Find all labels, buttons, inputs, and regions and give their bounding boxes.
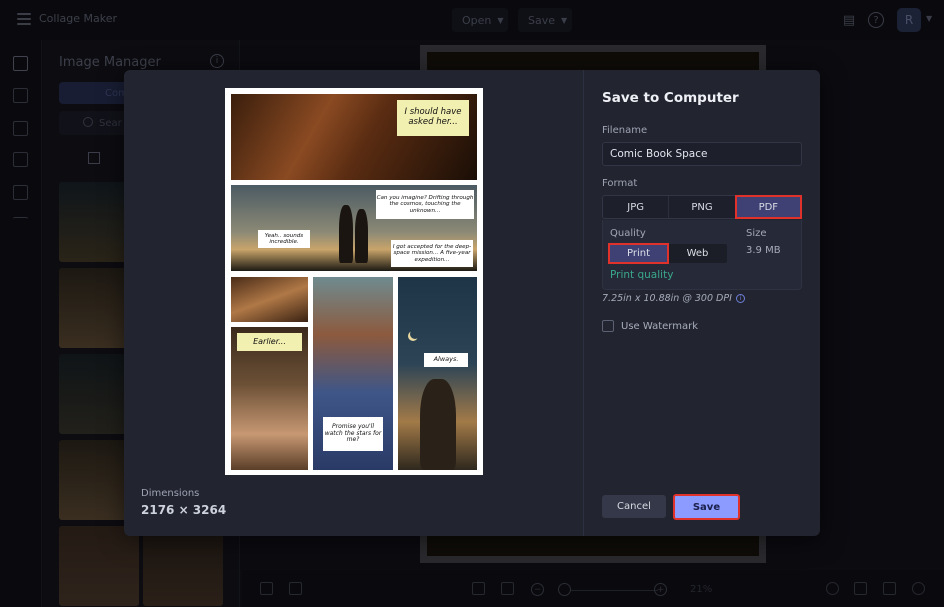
info-icon[interactable]: i: [735, 294, 745, 303]
quality-description: Print quality: [610, 269, 674, 281]
speech-bubble: I got accepted for the deep-space missio…: [391, 240, 473, 267]
layout-toggle-icon[interactable]: [88, 152, 100, 164]
comic-panel-stars: Always.: [398, 277, 477, 470]
history-icon[interactable]: [912, 582, 925, 595]
panel-title: Image Manager: [59, 55, 161, 70]
grid-icon[interactable]: [289, 582, 302, 595]
shrink-icon[interactable]: [501, 582, 514, 595]
comic-panel-ring: Earlier...: [231, 327, 308, 470]
dimensions-value: 2176 × 3264: [141, 503, 227, 517]
fit-screen-icon[interactable]: [472, 582, 485, 595]
caption-box: Earlier...: [237, 333, 302, 351]
speech-bubble: Promise you'll watch the stars for me?: [323, 417, 383, 451]
chevron-down-icon[interactable]: ▼: [926, 14, 932, 23]
format-png-button[interactable]: PNG: [669, 196, 736, 218]
layout-icon[interactable]: [13, 121, 28, 136]
dialog-title: Save to Computer: [602, 90, 739, 106]
hamburger-menu-icon[interactable]: [17, 13, 31, 25]
spec-text: 7.25in x 10.88in @ 300 DPI: [602, 293, 732, 304]
format-pdf-button[interactable]: PDF: [734, 195, 802, 219]
quality-print-button[interactable]: Print: [608, 243, 669, 264]
image-thumbnail[interactable]: [59, 526, 139, 606]
zoom-slider-handle[interactable]: [558, 583, 571, 596]
speech-bubble: Yeah.. sounds incredible.: [258, 230, 310, 248]
format-jpg-button[interactable]: JPG: [603, 196, 670, 218]
search-icon: [83, 117, 93, 127]
top-bar: Collage Maker Open ▼ Save ▼ ▤ ? R ▼: [0, 0, 944, 40]
tool-rail: [0, 40, 42, 607]
search-placeholder: Sear: [99, 117, 122, 129]
save-dialog: I should have asked her... Can you imagi…: [124, 70, 820, 536]
save-label: Save: [528, 13, 556, 27]
rotate-icon[interactable]: [826, 582, 839, 595]
save-options-pane: Save to Computer Filename Format JPG PNG…: [585, 70, 820, 536]
caption-box: I should have asked her...: [397, 100, 469, 136]
feedback-icon[interactable]: ▤: [839, 10, 859, 30]
image-thumbnail[interactable]: [143, 526, 223, 606]
open-label: Open: [462, 13, 492, 27]
silhouette: [339, 205, 353, 263]
format-label: Format: [602, 178, 638, 189]
silhouette: [355, 209, 368, 263]
filename-label: Filename: [602, 125, 648, 136]
filename-input[interactable]: [602, 142, 802, 166]
app-title: Collage Maker: [39, 12, 118, 25]
elements-icon[interactable]: [13, 185, 28, 200]
size-value: 3.9 MB: [746, 245, 781, 256]
preview-pane: I should have asked her... Can you imagi…: [124, 70, 584, 536]
zoom-slider-track[interactable]: [563, 590, 658, 591]
dimensions-label: Dimensions: [141, 488, 200, 499]
save-menu-button[interactable]: Save ▼: [518, 8, 572, 32]
open-menu-button[interactable]: Open ▼: [452, 8, 508, 32]
avatar[interactable]: R: [897, 8, 921, 32]
undo-icon[interactable]: [854, 582, 867, 595]
bottom-toolbar: [242, 570, 944, 607]
format-selector: JPG PNG PDF: [602, 195, 802, 219]
zoom-percent[interactable]: 21%: [690, 584, 712, 595]
collage-preview: I should have asked her... Can you imagi…: [225, 88, 483, 475]
save-button[interactable]: Save: [673, 494, 740, 520]
watermark-checkbox[interactable]: [602, 320, 614, 332]
layers-icon[interactable]: [260, 582, 273, 595]
quality-selector: Print Web: [608, 243, 727, 264]
output-spec: 7.25in x 10.88in @ 300 DPI i: [602, 293, 745, 304]
chevron-down-icon: ▼: [497, 15, 504, 25]
zoom-out-icon[interactable]: −: [531, 583, 544, 596]
info-icon[interactable]: i: [210, 54, 224, 68]
speech-bubble: Always.: [424, 353, 468, 367]
redo-icon[interactable]: [883, 582, 896, 595]
grid-rows-icon[interactable]: [13, 152, 28, 167]
comic-panel-couple: Can you imagine? Drifting through the co…: [231, 185, 477, 271]
image-icon[interactable]: [13, 56, 28, 71]
comic-panel-embrace: Promise you'll watch the stars for me?: [313, 277, 393, 470]
chevron-down-icon: ▼: [561, 15, 568, 25]
quality-web-button[interactable]: Web: [668, 244, 727, 263]
quality-label: Quality: [610, 228, 646, 239]
help-icon[interactable]: ?: [868, 12, 884, 28]
comic-panel-eyes: [231, 277, 308, 322]
watermark-option[interactable]: Use Watermark: [602, 320, 698, 332]
size-label: Size: [746, 228, 767, 239]
cancel-button[interactable]: Cancel: [602, 495, 666, 518]
watermark-label: Use Watermark: [621, 320, 699, 332]
collage-maker-app: Collage Maker Open ▼ Save ▼ ▤ ? R ▼ Imag…: [0, 0, 944, 607]
adjustments-icon[interactable]: [13, 88, 28, 103]
zoom-in-icon[interactable]: +: [654, 583, 667, 596]
text-icon[interactable]: [13, 217, 28, 232]
comic-panel-rose: I should have asked her...: [231, 94, 477, 180]
moon-icon: [410, 329, 420, 339]
quality-options: Quality Size 3.9 MB Print Web Print qual…: [602, 220, 802, 290]
speech-bubble: Can you imagine? Drifting through the co…: [376, 190, 474, 219]
silhouette: [420, 379, 456, 470]
